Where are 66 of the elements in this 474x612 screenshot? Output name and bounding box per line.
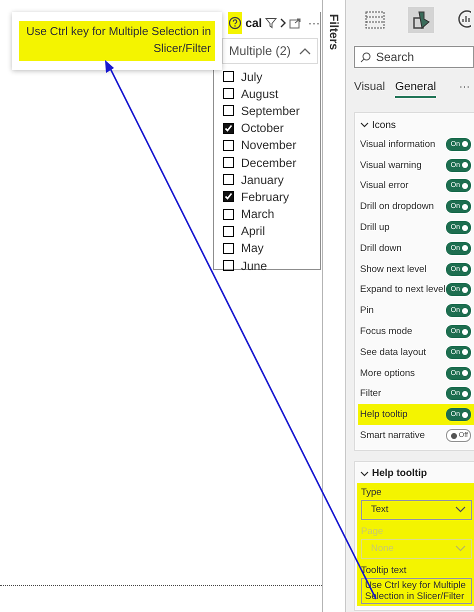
filter-icon[interactable] — [265, 17, 277, 29]
checkbox[interactable] — [223, 122, 234, 134]
chevron-icon[interactable] — [280, 18, 286, 28]
slicer-item-label[interactable]: July — [241, 70, 262, 84]
setting-label: Pin — [360, 305, 374, 316]
search-icon — [360, 52, 371, 62]
tab[interactable]: Visual — [354, 76, 386, 98]
checkbox[interactable] — [223, 105, 234, 116]
slicer-item-label[interactable]: November — [241, 138, 296, 152]
setting-label: Help tooltip — [360, 409, 408, 420]
checkbox[interactable] — [223, 174, 234, 186]
slicer-item-label[interactable]: August — [241, 86, 278, 101]
dropdown[interactable]: Text — [361, 500, 472, 520]
setting-label: Drill on dropdown — [360, 201, 434, 212]
slicer-title: cal — [245, 16, 262, 30]
slicer-item-label[interactable]: June — [241, 258, 268, 273]
focus-mode-icon[interactable] — [289, 18, 301, 28]
setting-label: Visual information — [360, 138, 436, 150]
chevron-down-icon[interactable] — [360, 122, 369, 128]
checkbox[interactable] — [223, 208, 234, 220]
chevron-down-icon — [455, 545, 466, 552]
checkbox[interactable] — [223, 260, 234, 272]
checkbox[interactable] — [223, 226, 234, 237]
slicer-item-label[interactable]: May — [241, 241, 264, 256]
setting-label: Drill down — [360, 242, 402, 254]
setting-label: Smart narrative — [360, 430, 425, 442]
checkbox[interactable] — [223, 191, 234, 202]
more-options-button[interactable]: ··· — [308, 16, 320, 30]
setting-label: Expand to next level — [360, 284, 446, 296]
setting-label: Filter — [360, 388, 382, 400]
checkbox[interactable] — [223, 157, 234, 168]
setting-label: Focus mode — [360, 326, 412, 338]
slicer-item-label[interactable]: March — [241, 207, 274, 222]
setting-label: Show next level — [360, 264, 427, 275]
section-header[interactable]: Help tooltip — [358, 464, 474, 483]
chevron-down-icon[interactable] — [360, 470, 369, 477]
section-header[interactable]: Icons — [358, 116, 474, 134]
slicer-item-label[interactable]: April — [241, 224, 266, 238]
tooltip-text: Use Ctrl key for Multiple Selection in Slicer/Filter — [19, 21, 215, 61]
filters-label[interactable]: Filters — [327, 14, 341, 50]
slicer-item-label[interactable]: January — [241, 172, 284, 187]
slicer-item-label[interactable]: December — [241, 156, 296, 170]
checkbox[interactable] — [223, 242, 234, 254]
more-tabs-button[interactable]: ··· — [459, 81, 470, 93]
setting-label: Visual warning — [360, 160, 422, 171]
chevron-down-icon — [455, 506, 466, 514]
chevron-up-icon — [299, 47, 311, 55]
slicer-item-label[interactable]: October — [241, 121, 284, 136]
slicer-dropdown[interactable]: Multiple (2) — [222, 38, 318, 64]
setting-label: See data layout — [360, 346, 426, 358]
slicer-item-label[interactable]: September — [241, 104, 300, 118]
checkbox[interactable] — [223, 88, 234, 100]
setting-label: Drill up — [360, 222, 390, 234]
paintbrush-icon[interactable] — [408, 7, 434, 33]
setting-label: Visual error — [360, 180, 408, 192]
slicer-item-label[interactable]: February — [241, 190, 290, 204]
filters-pane[interactable]: Filters — [322, 0, 346, 612]
field-label: Page — [361, 526, 384, 537]
search-input[interactable]: Search — [376, 50, 456, 64]
setting-label: More options — [360, 368, 415, 379]
tab[interactable]: General — [395, 76, 436, 98]
field-label: Type — [361, 486, 383, 498]
search-field[interactable]: Search — [354, 46, 474, 68]
checkbox[interactable] — [223, 71, 234, 82]
checkbox[interactable] — [223, 140, 234, 151]
help-icon[interactable] — [228, 12, 242, 34]
